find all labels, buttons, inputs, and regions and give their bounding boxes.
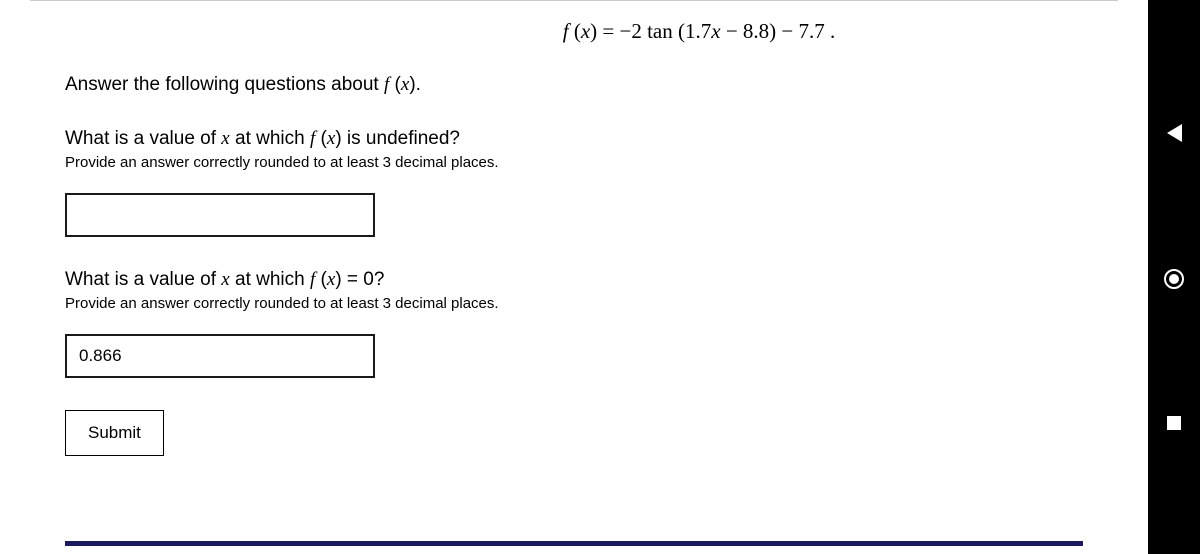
equation-display: f (x) = −2 tan (1.7x − 8.8) − 7.7 . [65,19,1083,44]
back-icon [1167,124,1182,142]
question-2-text: What is a value of x at which f (x) = 0? [65,269,1083,291]
content-area: f (x) = −2 tan (1.7x − 8.8) − 7.7 . Answ… [0,0,1148,554]
answer-input-2[interactable] [65,334,375,378]
android-nav-bar [1148,0,1200,554]
inner-content: f (x) = −2 tan (1.7x − 8.8) − 7.7 . Answ… [30,0,1118,456]
submit-button[interactable]: Submit [65,410,164,456]
recent-apps-button[interactable] [1167,416,1181,430]
answer-input-1[interactable] [65,193,375,237]
home-button[interactable] [1164,269,1184,289]
progress-bar [65,541,1083,546]
back-button[interactable] [1167,124,1182,142]
question-1-hint: Provide an answer correctly rounded to a… [65,154,1083,171]
question-2-block: What is a value of x at which f (x) = 0?… [65,269,1083,410]
question-1-text: What is a value of x at which f (x) is u… [65,128,1083,150]
recent-apps-icon [1167,416,1181,430]
question-2-hint: Provide an answer correctly rounded to a… [65,295,1083,312]
question-1-block: What is a value of x at which f (x) is u… [65,128,1083,269]
intro-text: Answer the following questions about f (… [65,74,1083,96]
home-icon [1164,269,1184,289]
